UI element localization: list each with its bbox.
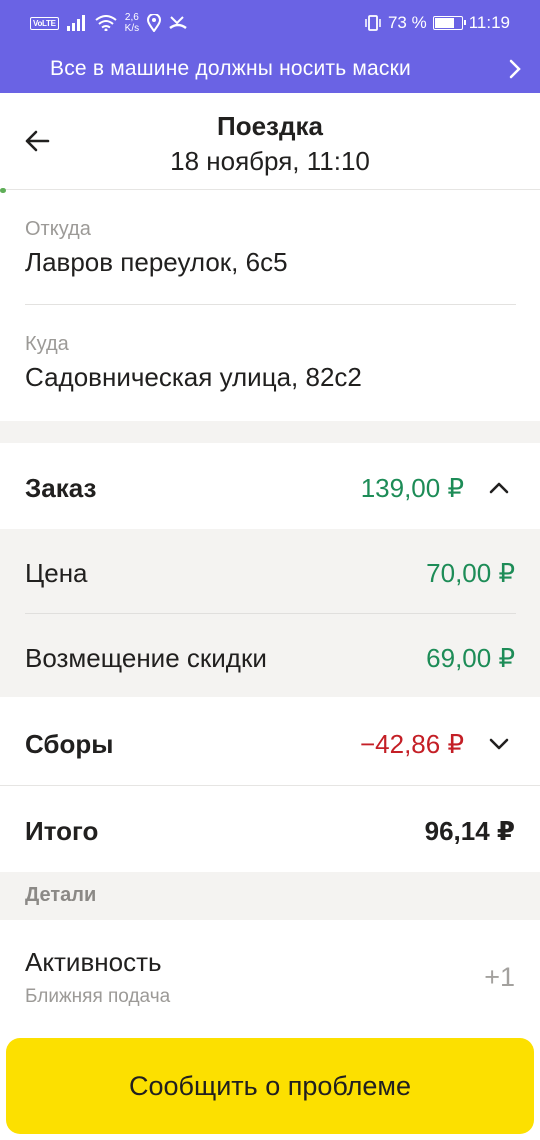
signal-icon [66,15,85,31]
trip-date: 18 ноября, 11:10 [170,146,370,176]
fees-label: Сборы [25,729,114,759]
price-value: 70,00 ₽ [426,558,515,588]
order-value: 139,00 ₽ [360,473,464,503]
order-breakdown: Цена 70,00 ₽ Возмещение скидки 69,00 ₽ [0,529,540,697]
network-speed-value: 2,6 [124,12,139,23]
activity-subtitle: Ближняя подача [25,986,171,1007]
fees-row[interactable]: Сборы −42,86 ₽ [0,697,540,785]
activity-value: +1 [484,962,515,992]
wifi-icon [95,15,117,31]
total-label: Итого [25,816,99,846]
page-title: Поездка [217,111,323,141]
report-problem-button[interactable]: Сообщить о проблеме [6,1038,534,1134]
order-row[interactable]: Заказ 139,00 ₽ [0,443,540,529]
chevron-right-icon [509,59,521,79]
total-value: 96,14 ₽ [424,816,515,846]
battery-icon [432,16,466,30]
to-value: Садовническая улица, 82с2 [25,362,362,392]
mask-notice-banner[interactable]: Все в машине должны носить маски [0,46,540,93]
vibrate-icon [365,15,381,31]
volte-icon: VoLTE [30,16,59,30]
status-right: 73 % 11:19 [364,10,510,36]
section-gap [0,421,540,443]
address-divider [25,304,516,305]
chevron-down-icon[interactable] [488,737,510,751]
order-label: Заказ [25,473,97,503]
status-bar: VoLTE 2,6 K/s 73 % 11:19 [0,0,540,46]
discount-compensation-label: Возмещение скидки [25,643,267,673]
network-speed: 2,6 K/s [125,12,139,34]
chevron-up-icon[interactable] [488,481,510,495]
location-icon [147,14,162,32]
details-section-label: Детали [25,884,97,906]
activity-title: Активность [25,947,162,977]
from-value: Лавров переулок, 6с5 [25,247,288,277]
missed-call-icon [169,16,187,30]
price-label: Цена [25,558,88,588]
fees-value: −42,86 ₽ [359,729,464,759]
battery-fill [434,18,454,28]
clock: 11:19 [468,13,510,32]
to-label: Куда [25,333,69,355]
banner-text: Все в машине должны носить маски [50,57,411,80]
map-edge-marker [0,188,6,193]
battery-percent: 73 % [387,13,427,32]
network-speed-unit: K/s [124,23,140,34]
to-address: Куда Садовническая улица, 82с2 [25,333,362,393]
trip-header: Поездка 18 ноября, 11:10 [0,93,540,190]
breakdown-divider [25,613,516,614]
discount-compensation-value: 69,00 ₽ [426,643,515,673]
from-address: Откуда Лавров переулок, 6с5 [25,218,288,278]
total-row: Итого 96,14 ₽ [0,786,540,872]
from-label: Откуда [25,218,91,240]
status-left: VoLTE 2,6 K/s [30,10,187,36]
